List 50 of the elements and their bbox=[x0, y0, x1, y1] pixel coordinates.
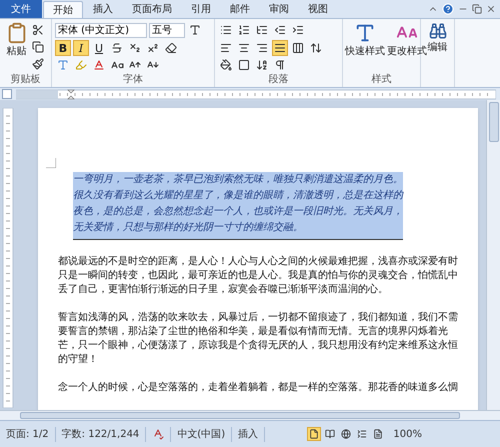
close-icon[interactable] bbox=[486, 4, 496, 14]
tab-selector-icon[interactable] bbox=[2, 89, 12, 99]
file-tab[interactable]: 文件 bbox=[0, 0, 42, 18]
group-label: 样式 bbox=[372, 75, 392, 85]
italic-button[interactable]: I bbox=[73, 40, 89, 56]
ribbon-tab[interactable]: 引用 bbox=[182, 1, 220, 18]
paste-button[interactable]: 粘贴 bbox=[6, 22, 28, 75]
reading-view-icon[interactable] bbox=[323, 427, 338, 441]
editing-button[interactable]: 编辑 bbox=[428, 22, 448, 55]
quick-styles-button[interactable]: 快速样式 bbox=[345, 22, 385, 59]
language-label[interactable]: 中文(中国) bbox=[170, 426, 232, 442]
letter-style-icon bbox=[354, 22, 376, 44]
margin-corner-icon bbox=[46, 158, 56, 168]
word-count[interactable]: 字数: 122/1,244 bbox=[56, 426, 146, 442]
body-paragraph: 都说最远的不是时空的距离，是人心！人心与人心之间的火候最难把握，浅喜亦或深爱有时只是一瞬间的转变，也因此，最可亲近的也是人心。我是真的怕与你的灵魂交合，怕慌乱中丢了自己，更害怕渐行渐远的日子里，寂寞会吞噬已渐渐平淡而温润的心。 bbox=[58, 255, 458, 297]
body-paragraph: 念一个人的时候，心是空落落的，走着坐着躺着，都是一样的空落落。那花香的味道多么惆 bbox=[58, 381, 458, 395]
selected-paragraph: 一弯明月，一壶老茶，茶早已泡到索然无味，唯独只剩消遣这温柔的月色。很久没有看到这么光耀的星星了，像是谁的眼睛，清澈透明，总是在这样的夜色，是的总是，会忽然想念起一个人，也或许是一段旧时光。无关风月，无关爱情，只想与那样的好光阴一寸寸的缠绵交融。 bbox=[73, 172, 403, 240]
print-layout-icon[interactable] bbox=[307, 427, 322, 441]
body-paragraph: 誓言如浅薄的风，浩荡的吹来吹去，风暴过后，一切都不留痕迹了，我们都知道，我们不需要誓言的禁锢，那沾染了尘世的艳俗和华美，最是看似有情而无情。无言的境界闪烁着光芒，只一个眼神，心便荡漾了，原谅我是个贪得无厌的人，我只想用没有约定来维系这永恒的守望！ bbox=[58, 311, 458, 367]
change-styles-button[interactable]: 更改样式 bbox=[387, 22, 427, 59]
bold-button[interactable]: B bbox=[55, 40, 71, 56]
font-name-field[interactable]: 宋体 (中文正文) bbox=[55, 22, 147, 38]
insert-mode-label[interactable]: 插入 bbox=[232, 426, 266, 442]
format-painter-icon[interactable] bbox=[30, 56, 46, 72]
help-icon[interactable] bbox=[442, 3, 454, 15]
ribbon-tab[interactable]: 插入 bbox=[84, 1, 122, 18]
ribbon-tab[interactable]: 视图 bbox=[299, 1, 337, 18]
ribbon-tab[interactable]: 开始 bbox=[43, 1, 83, 18]
distribute-icon[interactable] bbox=[290, 40, 306, 56]
group-label: 段落 bbox=[268, 75, 288, 85]
borders-icon[interactable] bbox=[236, 57, 252, 73]
page-count[interactable]: 页面: 1/2 bbox=[0, 426, 56, 442]
justify-icon[interactable] bbox=[272, 40, 288, 56]
binoculars-icon bbox=[428, 22, 446, 40]
vertical-scrollbar[interactable] bbox=[486, 100, 500, 410]
ribbon-tab[interactable]: 页面布局 bbox=[123, 1, 181, 18]
group-label: 剪贴板 bbox=[10, 75, 40, 85]
web-layout-icon[interactable] bbox=[339, 427, 354, 441]
ribbon-tab[interactable]: 审阅 bbox=[260, 1, 298, 18]
eraser-icon[interactable] bbox=[163, 40, 179, 56]
zoom-level[interactable]: 100% bbox=[385, 426, 430, 442]
horizontal-scrollbar[interactable] bbox=[0, 410, 500, 420]
shading-icon[interactable] bbox=[218, 57, 234, 73]
group-label: 字体 bbox=[123, 75, 143, 85]
restore-icon[interactable] bbox=[472, 4, 482, 14]
proofing-icon[interactable] bbox=[152, 428, 164, 440]
underline-button[interactable]: U bbox=[91, 40, 107, 56]
copy-icon[interactable] bbox=[30, 39, 46, 55]
ribbon-tab[interactable]: 邮件 bbox=[221, 1, 259, 18]
font-size-field[interactable]: 五号 bbox=[149, 22, 185, 38]
